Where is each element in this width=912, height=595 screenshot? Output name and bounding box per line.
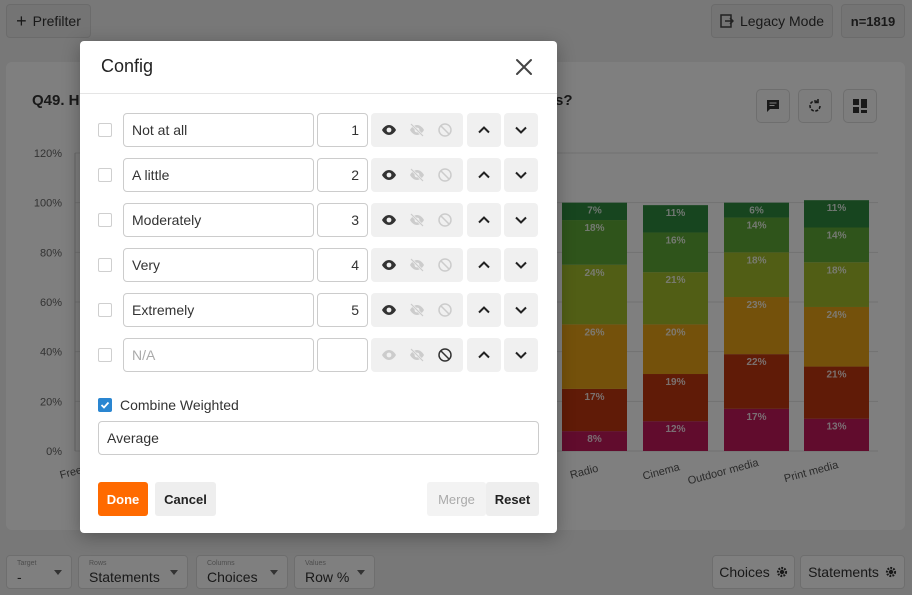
- move-up-button[interactable]: [467, 158, 501, 192]
- choice-row: Not at all 1: [80, 113, 557, 147]
- row-select-checkbox[interactable]: [98, 348, 112, 362]
- move-down-button[interactable]: [504, 248, 538, 282]
- choice-label-input[interactable]: N/A: [123, 338, 314, 372]
- eye-icon[interactable]: [377, 298, 401, 322]
- done-button[interactable]: Done: [98, 482, 148, 516]
- visibility-toggle-group: [371, 248, 463, 282]
- choice-label-input[interactable]: A little: [123, 158, 314, 192]
- move-down-button[interactable]: [504, 293, 538, 327]
- row-select-checkbox[interactable]: [98, 123, 112, 137]
- dialog-title: Config: [101, 56, 154, 76]
- eye-icon[interactable]: [377, 253, 401, 277]
- visibility-toggle-group: [371, 158, 463, 192]
- move-down-button[interactable]: [504, 203, 538, 237]
- move-down-button[interactable]: [504, 158, 538, 192]
- eye-off-icon[interactable]: [405, 163, 429, 187]
- combine-weighted[interactable]: Combine Weighted: [98, 397, 239, 413]
- choice-row: N/A: [80, 338, 557, 372]
- ban-icon[interactable]: [433, 343, 457, 367]
- choice-label-input[interactable]: Very: [123, 248, 314, 282]
- choice-value-input[interactable]: 3: [317, 203, 368, 237]
- check-icon: [100, 401, 110, 409]
- eye-off-icon[interactable]: [405, 343, 429, 367]
- chevron-down-icon: [514, 123, 528, 137]
- visibility-toggle-group: [371, 113, 463, 147]
- chevron-down-icon: [514, 258, 528, 272]
- row-select-checkbox[interactable]: [98, 213, 112, 227]
- choice-value-input[interactable]: 2: [317, 158, 368, 192]
- move-up-button[interactable]: [467, 248, 501, 282]
- move-up-button[interactable]: [467, 203, 501, 237]
- chevron-down-icon: [514, 348, 528, 362]
- choice-row: Extremely 5: [80, 293, 557, 327]
- combine-weighted-checkbox[interactable]: [98, 398, 112, 412]
- chevron-up-icon: [477, 168, 491, 182]
- row-select-checkbox[interactable]: [98, 168, 112, 182]
- move-up-button[interactable]: [467, 293, 501, 327]
- close-icon: [516, 59, 532, 75]
- eye-off-icon[interactable]: [405, 118, 429, 142]
- choice-label-input[interactable]: Not at all: [123, 113, 314, 147]
- visibility-toggle-group: [371, 203, 463, 237]
- eye-icon[interactable]: [377, 118, 401, 142]
- choice-row: Very 4: [80, 248, 557, 282]
- move-down-button[interactable]: [504, 113, 538, 147]
- visibility-toggle-group: [371, 293, 463, 327]
- combine-method-field[interactable]: Average: [98, 421, 539, 455]
- choice-label-input[interactable]: Moderately: [123, 203, 314, 237]
- combine-weighted-label: Combine Weighted: [120, 397, 239, 413]
- choice-row: Moderately 3: [80, 203, 557, 237]
- chevron-up-icon: [477, 213, 491, 227]
- chevron-up-icon: [477, 303, 491, 317]
- cancel-button[interactable]: Cancel: [155, 482, 216, 516]
- visibility-toggle-group: [371, 338, 463, 372]
- choice-value-input[interactable]: [317, 338, 368, 372]
- choice-value-input[interactable]: 4: [317, 248, 368, 282]
- eye-icon[interactable]: [377, 163, 401, 187]
- eye-off-icon[interactable]: [405, 298, 429, 322]
- move-up-button[interactable]: [467, 338, 501, 372]
- merge-button[interactable]: Merge: [427, 482, 486, 516]
- ban-icon[interactable]: [433, 118, 457, 142]
- chevron-down-icon: [514, 213, 528, 227]
- move-down-button[interactable]: [504, 338, 538, 372]
- chevron-down-icon: [514, 168, 528, 182]
- choice-row: A little 2: [80, 158, 557, 192]
- ban-icon[interactable]: [433, 163, 457, 187]
- eye-off-icon[interactable]: [405, 253, 429, 277]
- eye-icon[interactable]: [377, 208, 401, 232]
- ban-icon[interactable]: [433, 208, 457, 232]
- chevron-up-icon: [477, 348, 491, 362]
- chevron-up-icon: [477, 123, 491, 137]
- row-select-checkbox[interactable]: [98, 258, 112, 272]
- dialog-header: Config: [80, 41, 557, 94]
- eye-off-icon[interactable]: [405, 208, 429, 232]
- chevron-up-icon: [477, 258, 491, 272]
- choice-value-input[interactable]: 5: [317, 293, 368, 327]
- eye-icon[interactable]: [377, 343, 401, 367]
- choice-value-input[interactable]: 1: [317, 113, 368, 147]
- reset-button[interactable]: Reset: [486, 482, 539, 516]
- ban-icon[interactable]: [433, 253, 457, 277]
- config-dialog: Config Not at all 1 A little 2 Moderately 3 Ve…: [80, 41, 557, 533]
- move-up-button[interactable]: [467, 113, 501, 147]
- ban-icon[interactable]: [433, 298, 457, 322]
- row-select-checkbox[interactable]: [98, 303, 112, 317]
- chevron-down-icon: [514, 303, 528, 317]
- close-button[interactable]: [512, 55, 536, 79]
- choice-label-input[interactable]: Extremely: [123, 293, 314, 327]
